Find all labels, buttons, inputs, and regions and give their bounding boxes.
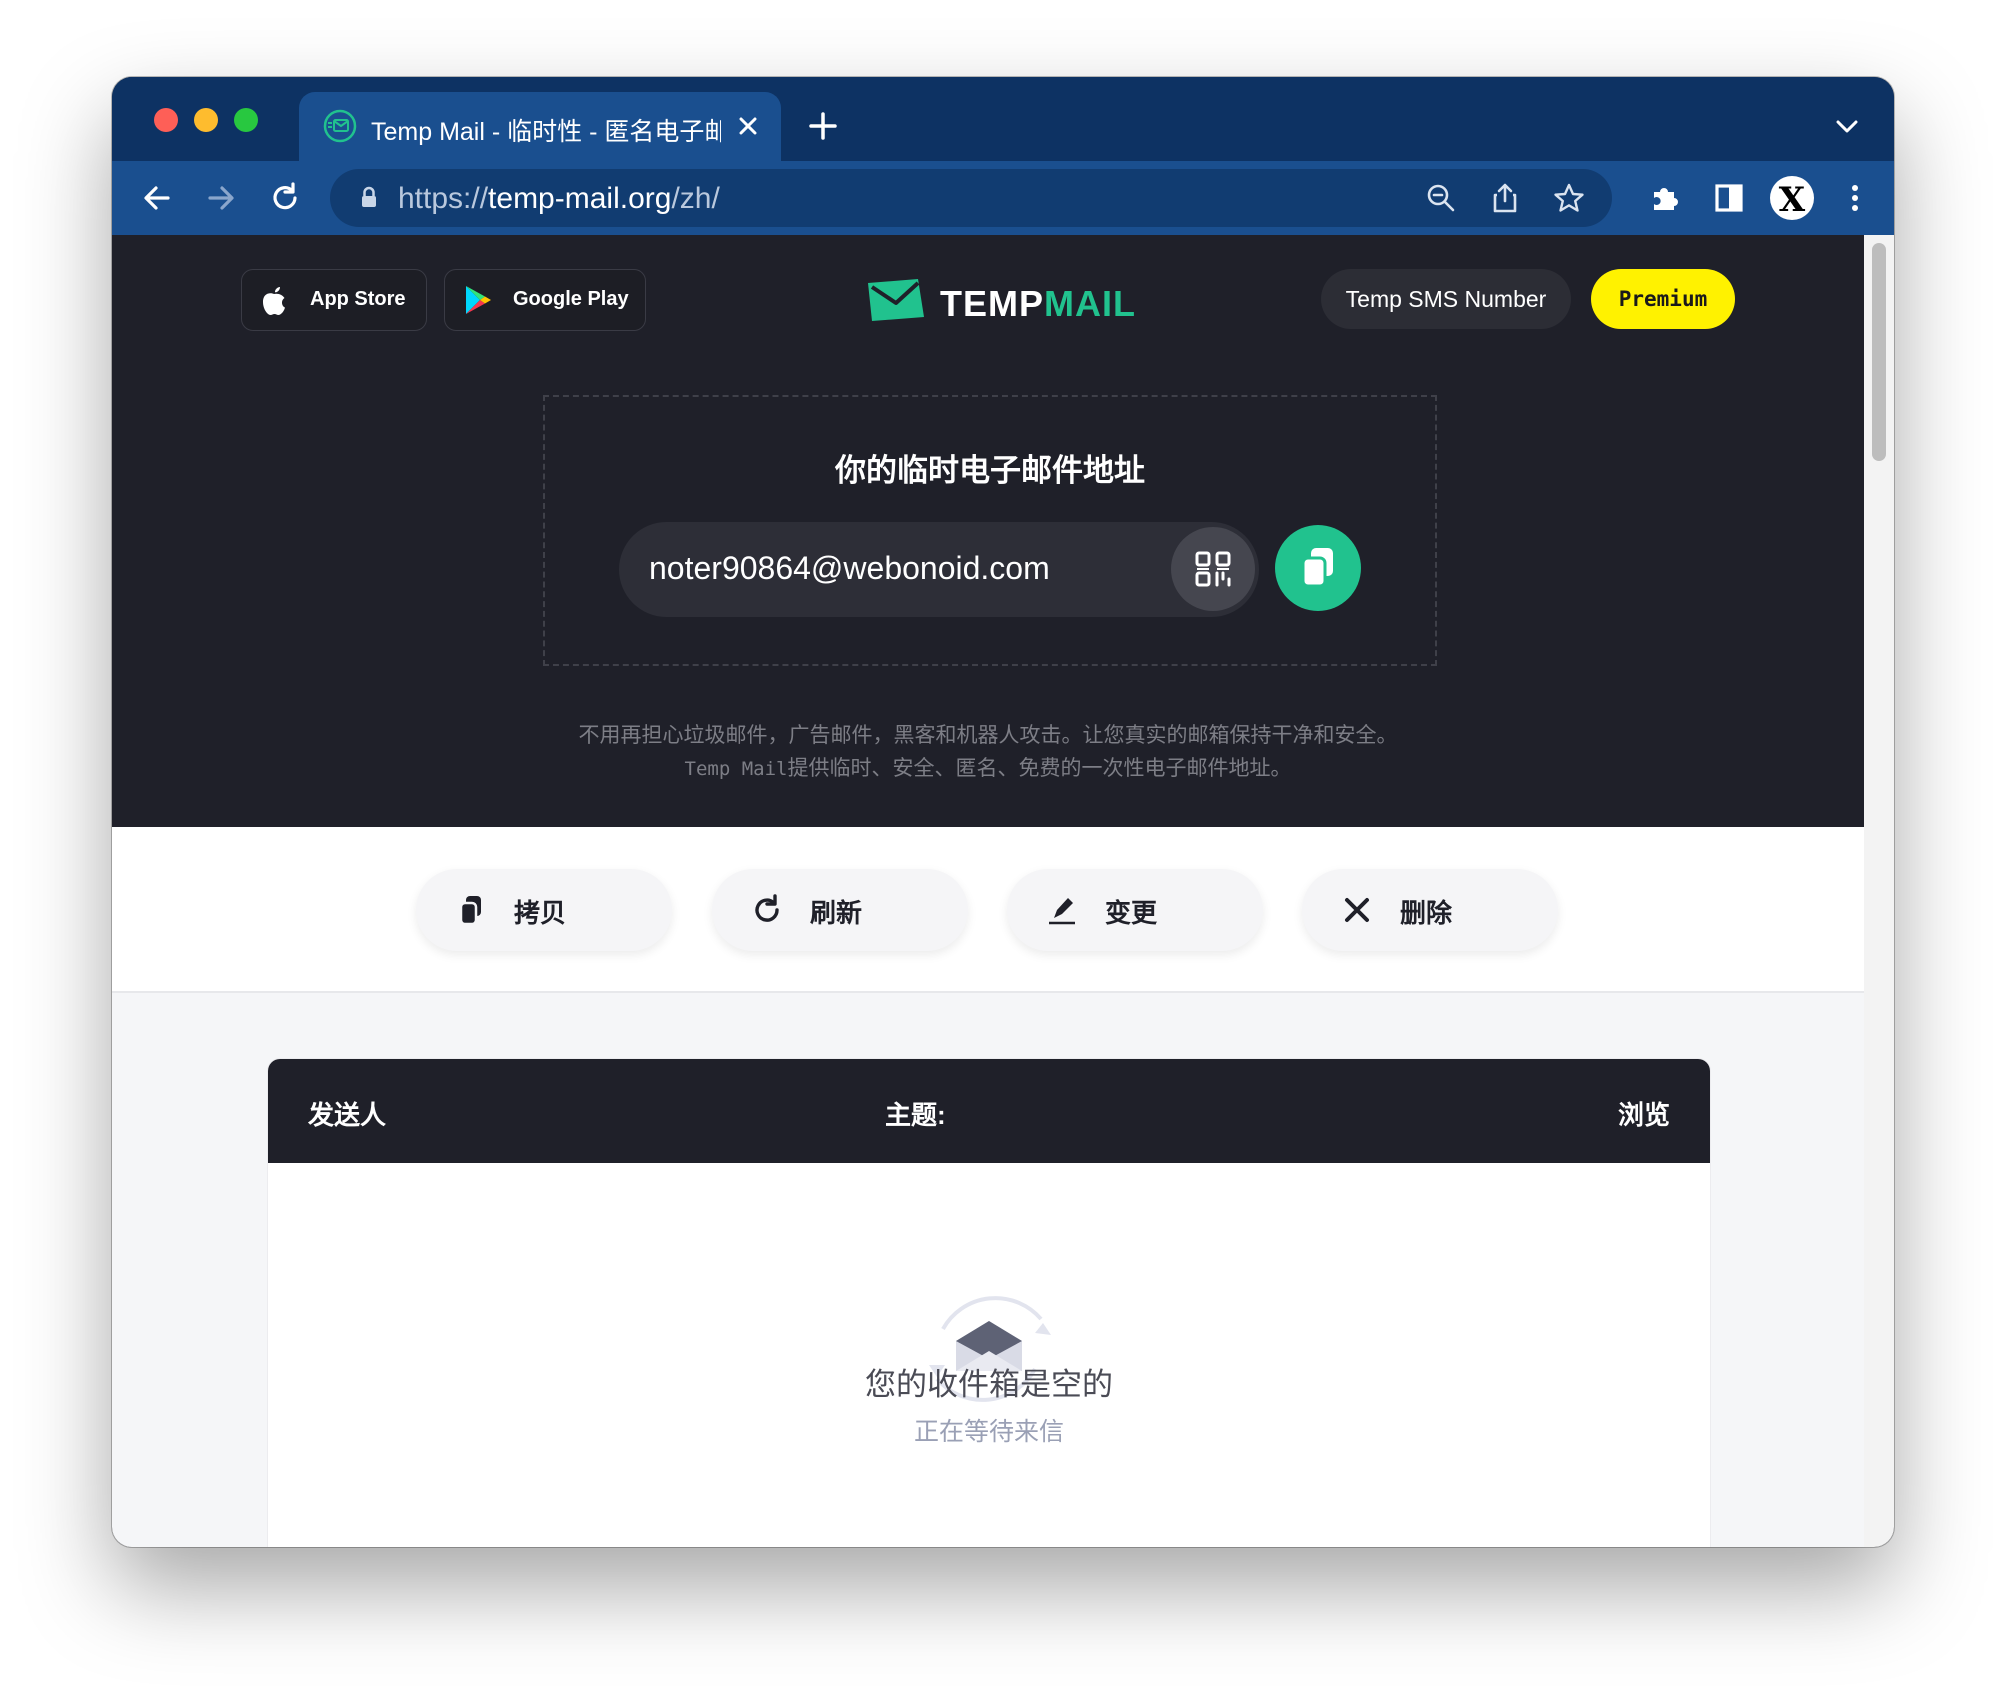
browser-window: Temp Mail - 临时性 - 匿名电子邮 https://temp-mai… (112, 77, 1894, 1547)
column-subject: 主题: (885, 1100, 946, 1130)
zoom-window-button[interactable] (234, 108, 258, 132)
copy-button[interactable]: 拷贝 (416, 869, 672, 951)
edit-pencil-icon (1049, 898, 1075, 925)
tab-bar: Temp Mail - 临时性 - 匿名电子邮 (112, 77, 1894, 161)
refresh-button[interactable]: 刷新 (712, 869, 968, 951)
tempmail-logo-icon[interactable] (866, 277, 928, 325)
copy-label: 拷贝 (514, 898, 567, 928)
page-content: App Store Google Play TEMPMAIL Temp SMS … (112, 235, 1864, 1547)
empty-inbox-subtitle: 正在等待来信 (913, 1418, 1064, 1446)
address-title: 你的临时电子邮件地址 (835, 453, 1145, 488)
delete-x-icon (1345, 898, 1369, 922)
address-bar[interactable]: https://temp-mail.org/zh/ (330, 169, 1612, 227)
copy-address-button[interactable] (1275, 525, 1361, 611)
scrollbar-thumb[interactable] (1872, 243, 1886, 461)
premium-button[interactable]: Premium (1591, 269, 1735, 329)
app-store-button[interactable]: App Store (241, 269, 427, 331)
refresh-label: 刷新 (810, 898, 863, 928)
profile-letter: X (1778, 180, 1806, 220)
change-button[interactable]: 变更 (1007, 869, 1263, 951)
tab-close-icon[interactable] (731, 109, 765, 143)
url-text[interactable]: https://temp-mail.org/zh/ (398, 182, 720, 216)
email-address-field[interactable]: noter90864@webonoid.com (619, 522, 1259, 617)
profile-avatar[interactable]: X (1770, 176, 1814, 220)
forward-arrow-icon[interactable] (202, 179, 240, 217)
google-play-button[interactable]: Google Play (444, 269, 646, 331)
delete-label: 删除 (1400, 898, 1453, 928)
minimize-window-button[interactable] (194, 108, 218, 132)
empty-inbox-title: 您的收件箱是空的 (865, 1367, 1113, 1402)
email-address-box: 你的临时电子邮件地址 noter90864@webonoid.com (543, 395, 1437, 666)
tab-search-chevron-icon[interactable] (1832, 111, 1862, 141)
hero-description: 不用再担心垃圾邮件，广告邮件，黑客和机器人攻击。让您真实的邮箱保持干净和安全。 … (112, 719, 1864, 786)
browser-menu-icon[interactable] (1836, 179, 1874, 217)
google-play-icon (466, 286, 491, 314)
qr-code-button[interactable] (1171, 527, 1255, 611)
tempmail-logo-text[interactable]: TEMPMAIL (940, 283, 1136, 325)
app-store-label: App Store (310, 288, 406, 310)
action-bar: 拷贝 刷新 变更 删除 (112, 827, 1864, 993)
qr-code-icon (1195, 551, 1231, 587)
apple-icon (263, 287, 285, 315)
delete-button[interactable]: 删除 (1302, 869, 1558, 951)
column-view: 浏览 (1617, 1100, 1670, 1130)
share-icon[interactable] (1488, 181, 1522, 215)
bookmark-star-icon[interactable] (1552, 181, 1586, 215)
tab-title: Temp Mail - 临时性 - 匿名电子邮 (371, 118, 721, 146)
inbox-table: 发送人 主题: 浏览 您的收件箱是空的 正在等待来信 (268, 1059, 1710, 1547)
side-panel-icon[interactable] (1710, 179, 1748, 217)
page-scrollbar[interactable] (1864, 235, 1894, 1547)
browser-toolbar: https://temp-mail.org/zh/ X (112, 161, 1894, 235)
back-arrow-icon[interactable] (138, 179, 176, 217)
inbox-header: 发送人 主题: 浏览 (268, 1059, 1710, 1163)
copy-icon (1301, 548, 1333, 588)
lock-icon[interactable] (352, 181, 386, 215)
google-play-label: Google Play (513, 288, 629, 310)
copy-icon (459, 896, 481, 926)
temp-sms-number-button[interactable]: Temp SMS Number (1321, 269, 1571, 329)
description-line-1: 不用再担心垃圾邮件，广告邮件，黑客和机器人攻击。让您真实的邮箱保持干净和安全。 (578, 724, 1398, 747)
browser-tab[interactable]: Temp Mail - 临时性 - 匿名电子邮 (299, 92, 781, 161)
reload-icon[interactable] (266, 179, 304, 217)
zoom-icon[interactable] (1424, 181, 1458, 215)
extensions-puzzle-icon[interactable] (1646, 179, 1684, 217)
email-address-value[interactable]: noter90864@webonoid.com (649, 550, 1050, 587)
description-line-2: Temp Mail提供临时、安全、匿名、免费的一次性电子邮件地址。 (684, 757, 1292, 780)
change-label: 变更 (1105, 898, 1158, 928)
close-window-button[interactable] (154, 108, 178, 132)
refresh-icon (755, 894, 779, 922)
tempmail-favicon-icon (323, 109, 357, 143)
new-tab-icon[interactable] (806, 109, 840, 143)
hero-section: App Store Google Play TEMPMAIL Temp SMS … (112, 235, 1864, 827)
column-sender: 发送人 (308, 1100, 387, 1130)
